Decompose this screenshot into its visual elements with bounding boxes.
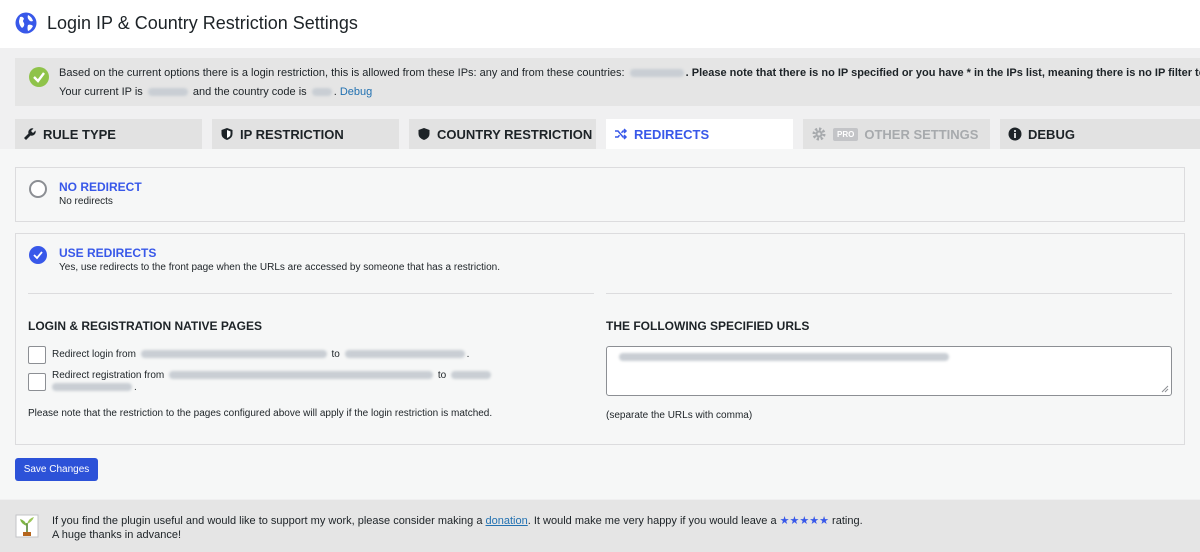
tab-label: OTHER SETTINGS: [864, 126, 979, 142]
no-redirect-title: NO REDIRECT: [59, 180, 142, 194]
tab-label: REDIRECTS: [634, 126, 710, 142]
registration-url-redacted: [169, 371, 434, 380]
registration-target-redacted: [450, 371, 491, 380]
tab-debug[interactable]: DEBUG: [1000, 119, 1200, 149]
divider: [606, 293, 1172, 294]
to-text: to: [437, 370, 447, 381]
native-pages-heading: LOGIN & REGISTRATION NATIVE PAGES: [28, 319, 263, 333]
redirect-login-text: Redirect login from: [52, 349, 136, 360]
divider: [28, 293, 594, 294]
footer-line1: If you find the plugin useful and would …: [52, 514, 863, 527]
settings-tabs: RULE TYPE IP RESTRICTION COUNTRY RESTRIC…: [15, 119, 1200, 149]
tab-label: COUNTRY RESTRICTION: [437, 126, 593, 142]
notice-line2: Your current IP is and the country code …: [59, 86, 373, 98]
current-ip-label: Your current IP is: [59, 86, 143, 98]
restriction-note: Please note that the restriction to the …: [28, 408, 493, 419]
no-redirect-radio[interactable]: [29, 180, 47, 198]
redirect-registration-text: Redirect registration from: [52, 370, 165, 381]
footer-text: rating.: [832, 515, 863, 527]
plant-icon: [15, 514, 39, 538]
title-bar: Login IP & Country Restriction Settings: [0, 0, 1200, 48]
donation-link[interactable]: donation: [486, 515, 528, 527]
use-redirects-title: USE REDIRECTS: [59, 246, 157, 260]
shuffle-icon: [615, 128, 628, 140]
use-redirects-desc: Yes, use redirects to the front page whe…: [59, 262, 500, 273]
redirect-login-label: Redirect login from to .: [52, 349, 470, 360]
notice-bold-text: . Please note that there is no IP specif…: [685, 67, 1200, 79]
redirect-registration-label: Redirect registration from to .: [52, 370, 493, 394]
shield-half-icon: [221, 128, 233, 140]
notice-text: Based on the current options there is a …: [59, 67, 625, 79]
country-code-label: and the country code is: [192, 86, 307, 98]
no-redirect-option[interactable]: NO REDIRECT No redirects: [15, 167, 1185, 222]
urls-hint: (separate the URLs with comma): [606, 410, 753, 421]
no-redirect-desc: No redirects: [59, 196, 113, 207]
restriction-notice: Based on the current options there is a …: [15, 58, 1200, 106]
login-url-redacted: [140, 350, 327, 359]
save-changes-button[interactable]: Save Changes: [15, 458, 98, 481]
tab-rule-type[interactable]: RULE TYPE: [15, 119, 202, 149]
to-text: to: [331, 349, 340, 360]
check-icon: [29, 67, 49, 87]
info-icon: [1008, 127, 1022, 141]
login-target-redacted: [344, 350, 465, 359]
urls-placeholder-redacted: [619, 353, 949, 361]
rating-stars-link[interactable]: ★★★★★: [780, 515, 829, 527]
footer-text: . It would make me very happy if you wou…: [527, 515, 777, 527]
countries-redacted: [629, 69, 684, 78]
wrench-icon: [24, 128, 36, 140]
tab-label: DEBUG: [1028, 126, 1075, 142]
footer-text: If you find the plugin useful and would …: [52, 515, 483, 527]
tab-label: RULE TYPE: [43, 126, 116, 142]
ip-redacted: [147, 88, 188, 97]
use-redirects-radio[interactable]: [29, 246, 47, 264]
specified-urls-heading: THE FOLLOWING SPECIFIED URLS: [606, 319, 810, 333]
notice-line1: Based on the current options there is a …: [59, 67, 1200, 79]
country-code-redacted: [311, 88, 332, 97]
tab-country-restriction[interactable]: COUNTRY RESTRICTION: [409, 119, 596, 149]
tab-other-settings[interactable]: PRO OTHER SETTINGS: [803, 119, 990, 149]
tab-ip-restriction[interactable]: IP RESTRICTION: [212, 119, 399, 149]
pro-badge: PRO: [833, 127, 859, 141]
registration-target-redacted: [52, 383, 132, 392]
shield-icon: [418, 128, 430, 140]
support-footer: If you find the plugin useful and would …: [0, 500, 1200, 552]
debug-link[interactable]: Debug: [340, 86, 372, 98]
globe-icon: [15, 12, 37, 34]
tab-label: IP RESTRICTION: [240, 126, 344, 142]
footer-line2: A huge thanks in advance!: [52, 529, 182, 541]
gear-icon: [812, 127, 826, 141]
redirect-registration-checkbox[interactable]: [28, 373, 46, 391]
page-title: Login IP & Country Restriction Settings: [47, 13, 358, 33]
tab-redirects[interactable]: REDIRECTS: [606, 119, 793, 149]
specified-urls-textarea[interactable]: [606, 346, 1172, 396]
redirect-login-checkbox[interactable]: [28, 346, 46, 364]
resize-grip-icon[interactable]: [1161, 385, 1169, 393]
